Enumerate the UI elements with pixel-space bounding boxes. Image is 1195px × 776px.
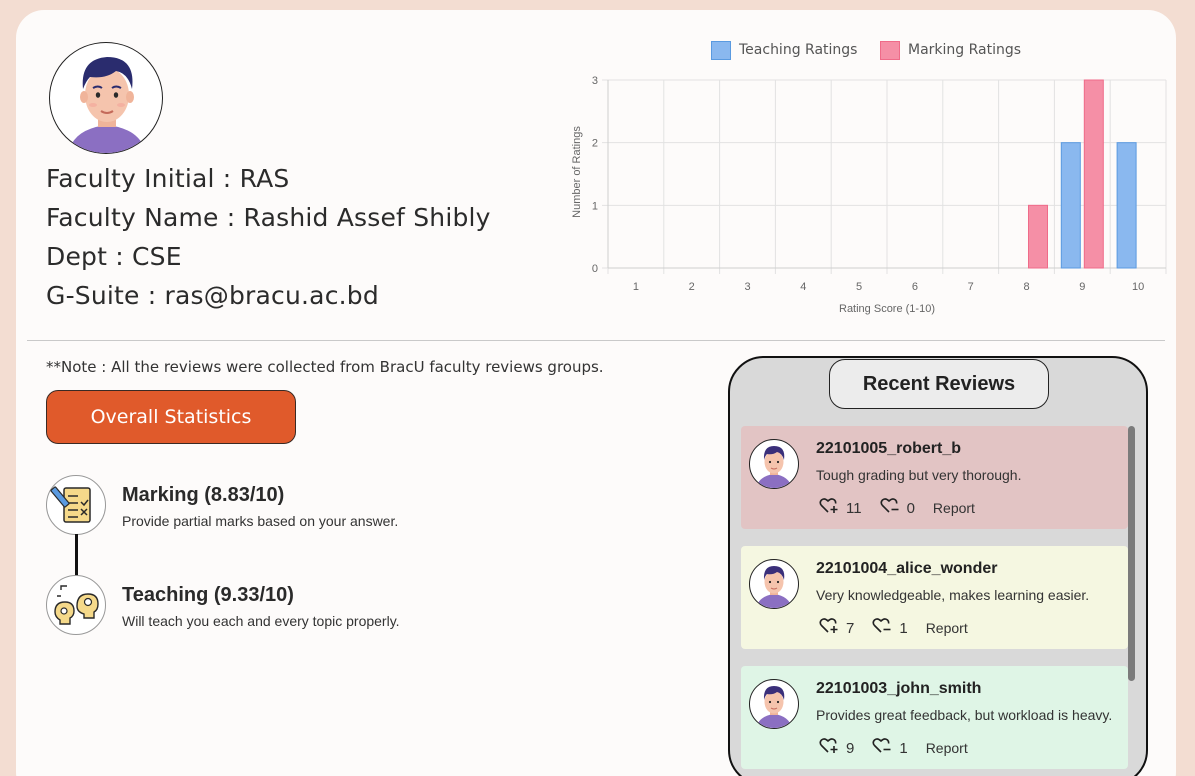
- reviewer-name: 22101004_alice_wonder: [816, 560, 998, 577]
- heart-minus-icon: [872, 617, 894, 639]
- x-tick-label: 6: [912, 281, 918, 293]
- x-tick-label: 5: [856, 281, 862, 293]
- y-tick-label: 2: [592, 138, 598, 150]
- faculty-initial: Faculty Initial : RAS: [46, 164, 290, 193]
- x-tick-label: 4: [800, 281, 806, 293]
- reviewer-avatar: [749, 439, 799, 489]
- like-button[interactable]: 11: [819, 497, 862, 519]
- dislike-button[interactable]: 0: [880, 497, 915, 519]
- dislike-count: 0: [906, 499, 915, 517]
- heart-plus-icon: [819, 737, 841, 759]
- dislike-button[interactable]: 1: [872, 737, 908, 759]
- x-tick-label: 7: [968, 281, 974, 293]
- like-button[interactable]: 7: [819, 617, 854, 639]
- legend-teaching-swatch: [711, 40, 731, 60]
- legend-marking[interactable]: Marking Ratings: [880, 40, 1021, 60]
- chart-ylabel: Number of Ratings: [571, 126, 583, 218]
- reviewer-name: 22101005_robert_b: [816, 440, 961, 457]
- like-count: 7: [846, 619, 855, 637]
- chart-xlabel: Rating Score (1-10): [839, 303, 935, 315]
- like-count: 11: [846, 499, 862, 517]
- reviewer-name: 22101003_john_smith: [816, 680, 982, 697]
- heart-plus-icon: [819, 497, 841, 519]
- review-text: Tough grading but very thorough.: [816, 467, 1022, 483]
- x-tick-label: 1: [633, 281, 639, 293]
- recent-reviews-title: Recent Reviews: [829, 359, 1049, 409]
- bar-teaching: [1116, 142, 1137, 269]
- faculty-dept: Dept : CSE: [46, 242, 182, 271]
- ratings-chart: Number of Ratings Rating Score (1-10) 0 1…: [571, 75, 1167, 315]
- review-actions: 7 1 Report: [819, 617, 968, 639]
- recent-reviews-panel: Recent Reviews 22101005_robert_b Tough g…: [728, 356, 1148, 776]
- legend-teaching-label: Teaching Ratings: [739, 42, 858, 58]
- report-link[interactable]: Report: [933, 500, 975, 516]
- marking-stat-title: Marking (8.83/10): [122, 484, 285, 506]
- faculty-gsuite: G-Suite : ras@bracu.ac.bd: [46, 281, 379, 310]
- report-link[interactable]: Report: [926, 620, 968, 636]
- reviewer-avatar: [749, 559, 799, 609]
- teaching-stat-title: Teaching (9.33/10): [122, 584, 294, 606]
- review-actions: 9 1 Report: [819, 737, 968, 759]
- teaching-ideas-icon: [46, 575, 106, 635]
- reviewer-avatar: [749, 679, 799, 729]
- review-card: 22101004_alice_wonder Very knowledgeable…: [741, 546, 1128, 649]
- bar-marking: [1083, 79, 1104, 269]
- review-text: Very knowledgeable, makes learning easie…: [816, 587, 1090, 603]
- x-tick-label: 10: [1132, 281, 1144, 293]
- legend-teaching[interactable]: Teaching Ratings: [711, 40, 857, 60]
- reviews-note: **Note : All the reviews were collected …: [46, 358, 604, 376]
- overall-statistics-button[interactable]: Overall Statistics: [46, 390, 296, 444]
- dislike-count: 1: [899, 619, 908, 637]
- marking-stat-desc: Provide partial marks based on your answ…: [122, 513, 399, 529]
- x-tick-label: 9: [1079, 281, 1085, 293]
- x-tick-label: 8: [1023, 281, 1029, 293]
- teaching-stat-desc: Will teach you each and every topic prop…: [122, 613, 400, 629]
- stats-connector-line: [75, 534, 78, 576]
- x-tick-label: 2: [689, 281, 695, 293]
- bar-teaching: [1060, 142, 1081, 269]
- y-tick-label: 0: [592, 263, 598, 275]
- marking-sheet-icon: [46, 475, 106, 535]
- y-tick-label: 1: [592, 200, 598, 212]
- legend-marking-label: Marking Ratings: [908, 42, 1022, 58]
- review-actions: 11 0 Report: [819, 497, 975, 519]
- heart-plus-icon: [819, 617, 841, 639]
- dislike-count: 1: [899, 739, 908, 757]
- heart-minus-icon: [880, 497, 902, 519]
- review-card: 22101003_john_smith Provides great feedb…: [741, 666, 1128, 769]
- heart-minus-icon: [872, 737, 894, 759]
- reviews-scrollbar[interactable]: [1128, 426, 1135, 776]
- y-tick-label: 3: [592, 75, 598, 87]
- x-tick-label: 3: [744, 281, 750, 293]
- like-count: 9: [846, 739, 855, 757]
- review-card: 22101005_robert_b Tough grading but very…: [741, 426, 1128, 529]
- dislike-button[interactable]: 1: [872, 617, 908, 639]
- legend-marking-swatch: [880, 40, 900, 60]
- report-link[interactable]: Report: [926, 740, 968, 756]
- review-text: Provides great feedback, but workload is…: [816, 707, 1113, 723]
- faculty-name: Faculty Name : Rashid Assef Shibly: [46, 203, 491, 232]
- reviews-scrollbar-thumb[interactable]: [1128, 426, 1135, 681]
- like-button[interactable]: 9: [819, 737, 854, 759]
- bar-marking: [1028, 204, 1048, 269]
- section-divider: [27, 340, 1165, 341]
- faculty-avatar: [49, 42, 163, 154]
